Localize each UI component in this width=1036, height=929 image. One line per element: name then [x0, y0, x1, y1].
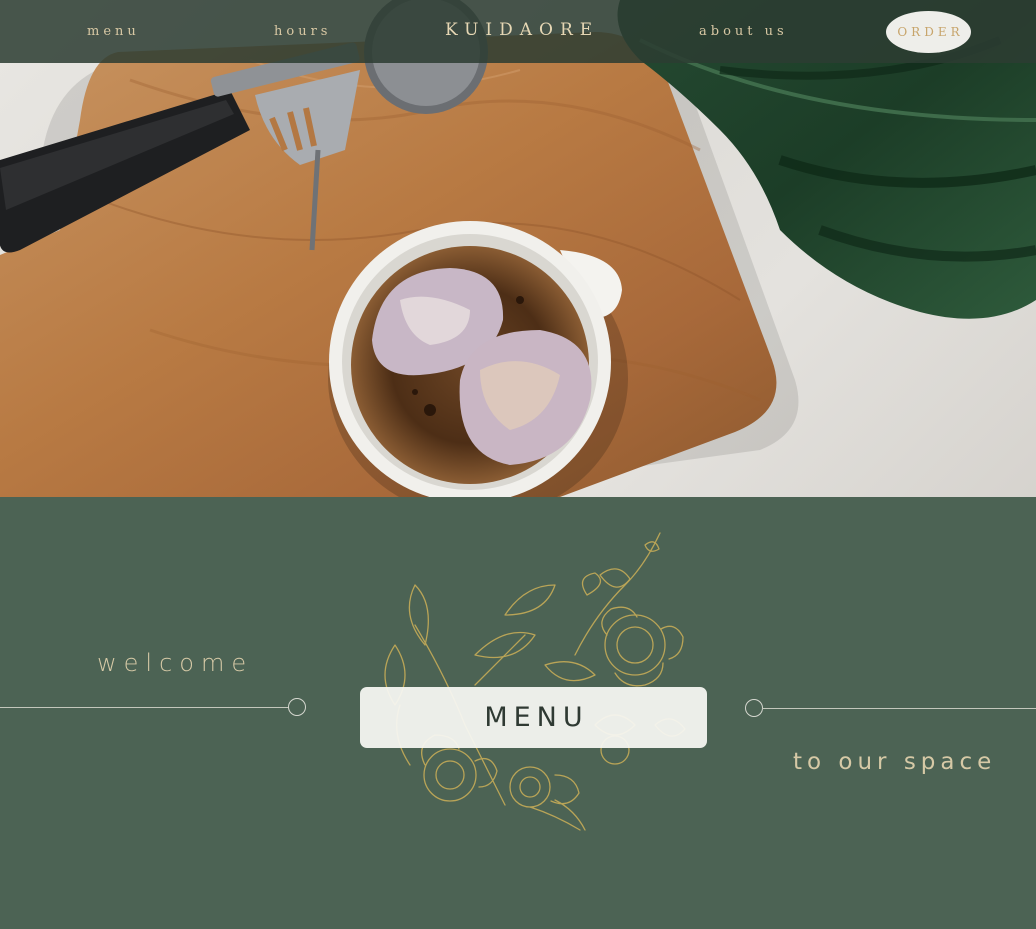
top-nav: menu hours KUIDAORE about us ORDER — [0, 0, 1036, 63]
menu-button[interactable]: MENU — [360, 687, 707, 748]
floral-illustration — [384, 532, 686, 831]
right-divider-line — [762, 708, 1036, 709]
welcome-heading: welcome — [97, 649, 254, 677]
right-divider-circle — [745, 699, 763, 717]
tagline-text: to our space — [793, 749, 997, 775]
order-button[interactable]: ORDER — [886, 11, 971, 53]
left-divider-line — [0, 707, 289, 708]
nav-link-about-us[interactable]: about us — [699, 24, 788, 39]
hero-image — [0, 0, 1036, 497]
nav-link-menu[interactable]: menu — [87, 24, 140, 39]
left-divider-circle — [288, 698, 306, 716]
welcome-section: welcome MENU to our space — [0, 497, 1036, 929]
brand-logo[interactable]: KUIDAORE — [445, 20, 599, 40]
nav-link-hours[interactable]: hours — [274, 24, 331, 39]
affogato-photo — [0, 0, 1036, 497]
affogato-bowl — [328, 221, 628, 497]
